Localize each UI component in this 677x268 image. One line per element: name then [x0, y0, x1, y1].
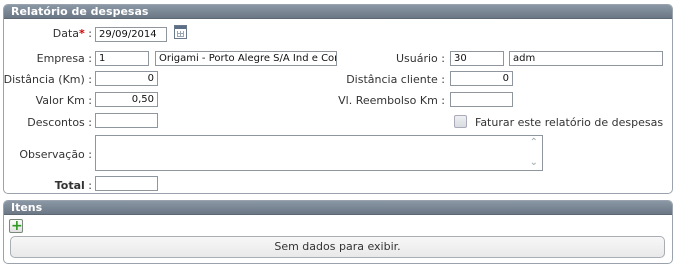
distancia-label: Distância (Km) :	[3, 73, 92, 86]
observacao-label: Observação :	[19, 148, 92, 161]
items-panel: Itens + Sem dados para exibir.	[3, 200, 673, 264]
empresa-name-input[interactable]: Origami - Porto Alegre S/A Ind e Com	[155, 51, 337, 66]
scroll-down-icon[interactable]: ⌄	[530, 158, 538, 168]
add-item-button[interactable]: +	[9, 218, 23, 234]
valor-km-label: Valor Km :	[35, 94, 92, 107]
total-label: Total :	[54, 179, 92, 192]
observacao-textarea[interactable]: ⌃ ⌄	[95, 135, 543, 171]
usuario-code-input[interactable]: 30	[450, 51, 504, 66]
reembolso-input[interactable]	[450, 92, 513, 107]
faturar-checkbox[interactable]	[454, 115, 467, 128]
empresa-label: Empresa :	[36, 52, 92, 65]
empty-grid-message: Sem dados para exibir.	[10, 236, 665, 258]
distancia-input[interactable]: 0	[95, 71, 158, 86]
total-label-text: Total	[54, 179, 85, 192]
empresa-code-input[interactable]: 1	[95, 51, 149, 66]
reembolso-label: Vl. Reembolso Km :	[338, 94, 445, 107]
total-input[interactable]	[95, 176, 158, 191]
usuario-name-input[interactable]: adm	[509, 51, 663, 66]
expense-panel-title: Relatório de despesas	[4, 5, 672, 19]
valor-km-input[interactable]: 0,50	[95, 92, 158, 107]
distancia-cliente-input[interactable]: 0	[450, 71, 513, 86]
faturar-label: Faturar este relatório de despesas	[475, 116, 664, 129]
date-label: Data* :	[52, 27, 92, 40]
required-marker: *	[79, 27, 85, 40]
usuario-label: Usuário :	[395, 52, 445, 65]
descontos-label: Descontos :	[27, 116, 92, 129]
scroll-up-icon[interactable]: ⌃	[530, 138, 538, 148]
date-input[interactable]: 29/09/2014	[95, 27, 167, 42]
date-label-text: Data	[52, 27, 80, 40]
calendar-icon[interactable]	[174, 25, 187, 39]
distancia-cliente-label: Distância cliente :	[346, 73, 445, 86]
items-panel-title: Itens	[4, 201, 672, 215]
expense-panel: Relatório de despesas Data* : 29/09/2014…	[3, 4, 673, 194]
add-icon: +	[11, 218, 23, 234]
descontos-input[interactable]	[95, 113, 158, 128]
